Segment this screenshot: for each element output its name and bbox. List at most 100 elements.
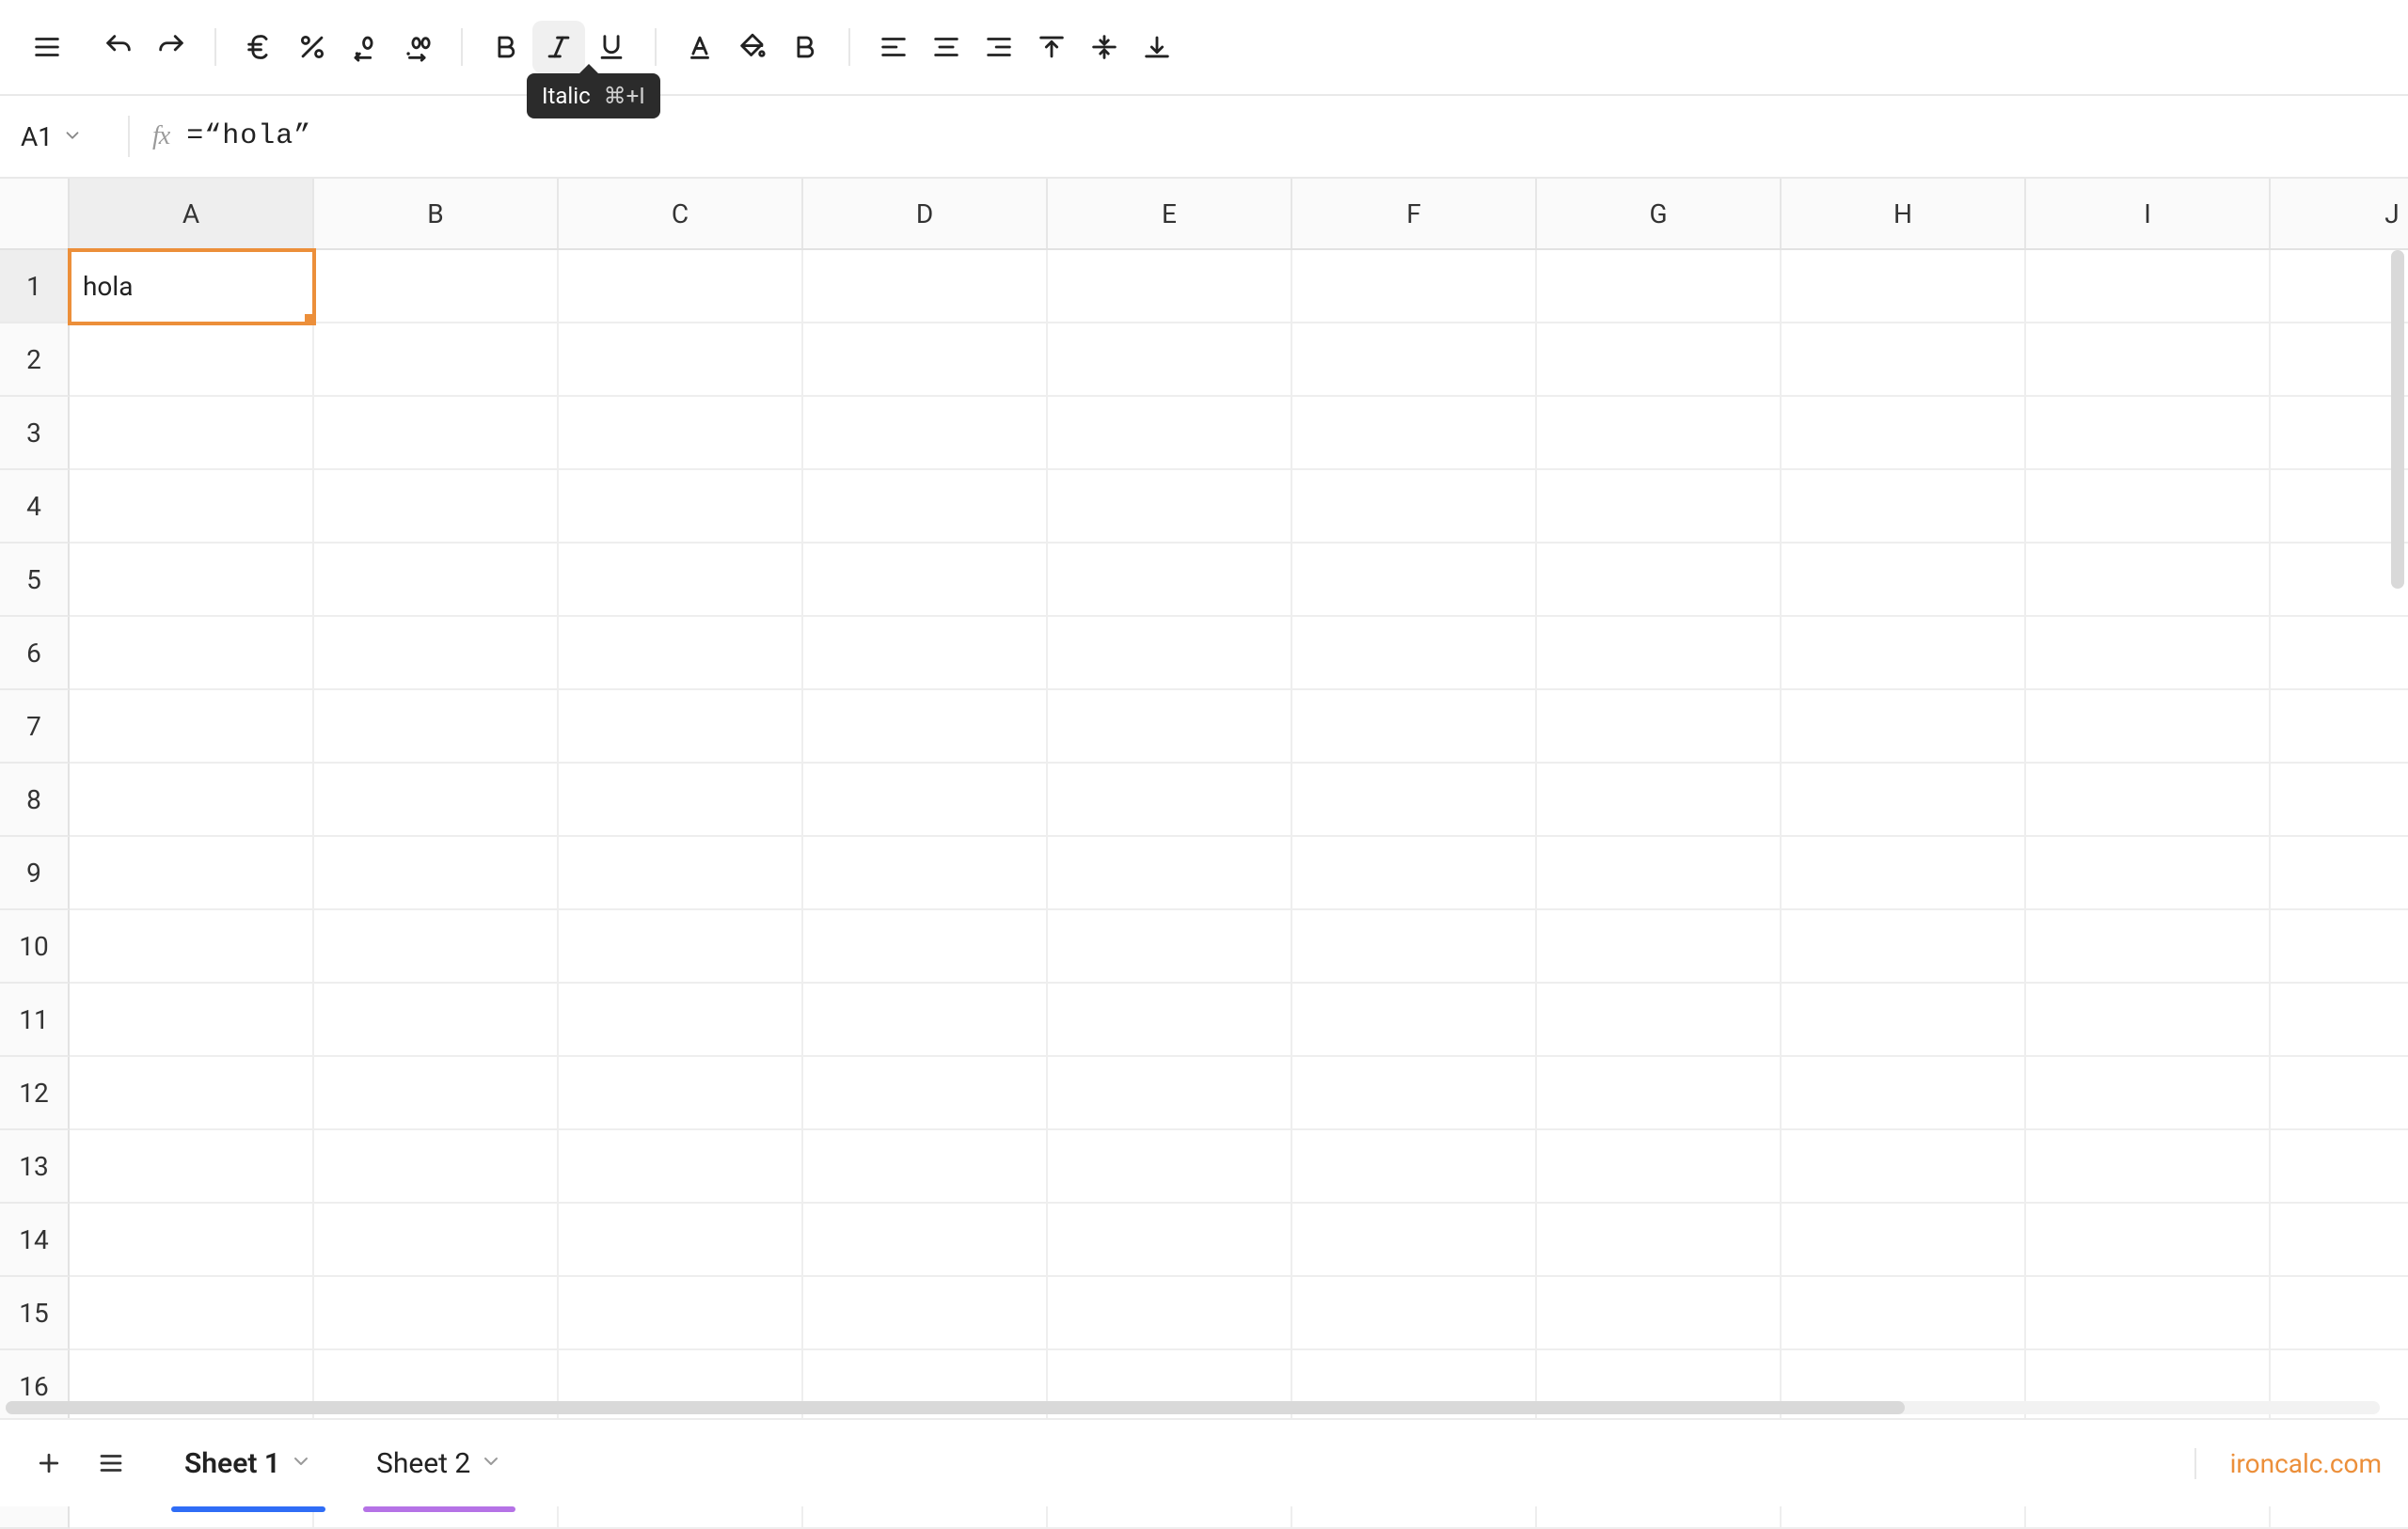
valign-top-button[interactable] bbox=[1025, 21, 1078, 73]
cell[interactable] bbox=[1782, 1057, 2026, 1130]
cell[interactable]: hola bbox=[70, 250, 314, 323]
cell[interactable] bbox=[803, 323, 1048, 397]
cell[interactable] bbox=[1537, 1277, 1782, 1350]
cell[interactable] bbox=[314, 250, 559, 323]
cell[interactable] bbox=[2026, 690, 2271, 764]
cell[interactable] bbox=[314, 397, 559, 470]
cell[interactable] bbox=[70, 690, 314, 764]
cell[interactable] bbox=[1048, 690, 1292, 764]
column-header[interactable]: A bbox=[70, 179, 314, 248]
cell[interactable] bbox=[70, 1204, 314, 1277]
cell[interactable] bbox=[1048, 1057, 1292, 1130]
cell[interactable] bbox=[1048, 470, 1292, 544]
cell[interactable] bbox=[1537, 250, 1782, 323]
cell[interactable] bbox=[2271, 470, 2408, 544]
cell[interactable] bbox=[1292, 764, 1537, 837]
horizontal-scrollbar-thumb[interactable] bbox=[6, 1401, 1905, 1414]
text-color-button[interactable] bbox=[673, 21, 726, 73]
cell[interactable] bbox=[803, 1130, 1048, 1204]
cell[interactable] bbox=[314, 690, 559, 764]
cell[interactable] bbox=[2026, 837, 2271, 910]
cell[interactable] bbox=[1048, 323, 1292, 397]
select-all-corner[interactable] bbox=[0, 179, 70, 248]
row-header[interactable]: 3 bbox=[0, 397, 70, 470]
cell[interactable] bbox=[1292, 837, 1537, 910]
column-header[interactable]: D bbox=[803, 179, 1048, 248]
cell[interactable] bbox=[2026, 1130, 2271, 1204]
column-header[interactable]: J bbox=[2271, 179, 2408, 248]
cell[interactable] bbox=[1537, 690, 1782, 764]
cell[interactable] bbox=[314, 1057, 559, 1130]
cell[interactable] bbox=[1537, 397, 1782, 470]
cell[interactable] bbox=[2026, 397, 2271, 470]
cell[interactable] bbox=[803, 250, 1048, 323]
cell[interactable] bbox=[2026, 1277, 2271, 1350]
cell[interactable] bbox=[803, 1057, 1048, 1130]
cell[interactable] bbox=[314, 764, 559, 837]
cell[interactable] bbox=[1048, 617, 1292, 690]
valign-bottom-button[interactable] bbox=[1131, 21, 1183, 73]
chevron-down-icon[interactable] bbox=[290, 1447, 312, 1480]
cell[interactable] bbox=[803, 1277, 1048, 1350]
cell[interactable] bbox=[314, 984, 559, 1057]
cell[interactable] bbox=[1048, 984, 1292, 1057]
cell[interactable] bbox=[559, 323, 803, 397]
cell[interactable] bbox=[2271, 617, 2408, 690]
column-header[interactable]: G bbox=[1537, 179, 1782, 248]
cell[interactable] bbox=[559, 250, 803, 323]
cell[interactable] bbox=[559, 397, 803, 470]
cell[interactable] bbox=[559, 690, 803, 764]
cell[interactable] bbox=[1048, 1277, 1292, 1350]
cell[interactable] bbox=[1292, 544, 1537, 617]
cell[interactable] bbox=[2026, 764, 2271, 837]
row-header[interactable]: 7 bbox=[0, 690, 70, 764]
column-header[interactable]: E bbox=[1048, 179, 1292, 248]
column-header[interactable]: I bbox=[2026, 179, 2271, 248]
cell[interactable] bbox=[2271, 837, 2408, 910]
cell[interactable] bbox=[1782, 690, 2026, 764]
decrease-decimal-button[interactable] bbox=[339, 21, 391, 73]
cell[interactable] bbox=[1782, 764, 2026, 837]
cell[interactable] bbox=[314, 1277, 559, 1350]
row-header[interactable]: 10 bbox=[0, 910, 70, 984]
align-center-button[interactable] bbox=[920, 21, 973, 73]
cell[interactable] bbox=[559, 1057, 803, 1130]
cell[interactable] bbox=[1048, 1130, 1292, 1204]
formula-input[interactable]: =“hola” bbox=[186, 120, 311, 152]
all-sheets-button[interactable] bbox=[88, 1441, 134, 1486]
italic-button[interactable] bbox=[532, 21, 585, 73]
cell[interactable] bbox=[559, 470, 803, 544]
cell[interactable] bbox=[803, 837, 1048, 910]
cell[interactable] bbox=[2271, 323, 2408, 397]
borders-button[interactable] bbox=[779, 21, 832, 73]
cell[interactable] bbox=[1048, 837, 1292, 910]
cell[interactable] bbox=[1537, 323, 1782, 397]
cell[interactable] bbox=[314, 1204, 559, 1277]
cell[interactable] bbox=[559, 910, 803, 984]
cell[interactable] bbox=[1537, 544, 1782, 617]
cell[interactable] bbox=[2271, 544, 2408, 617]
sheet-tab-2[interactable]: Sheet 2 bbox=[363, 1438, 515, 1490]
align-left-button[interactable] bbox=[867, 21, 920, 73]
cell[interactable] bbox=[1537, 470, 1782, 544]
cell[interactable] bbox=[314, 544, 559, 617]
cell[interactable] bbox=[2026, 1057, 2271, 1130]
cell[interactable] bbox=[1292, 1130, 1537, 1204]
row-header[interactable]: 4 bbox=[0, 470, 70, 544]
cell[interactable] bbox=[803, 910, 1048, 984]
column-header[interactable]: H bbox=[1782, 179, 2026, 248]
cell[interactable] bbox=[559, 1277, 803, 1350]
cell[interactable] bbox=[1782, 323, 2026, 397]
cell[interactable] bbox=[559, 1130, 803, 1204]
cell[interactable] bbox=[1537, 837, 1782, 910]
cell[interactable] bbox=[70, 837, 314, 910]
increase-decimal-button[interactable] bbox=[391, 21, 444, 73]
cell[interactable] bbox=[1292, 470, 1537, 544]
cell[interactable] bbox=[2271, 1130, 2408, 1204]
cell[interactable] bbox=[1292, 1057, 1537, 1130]
cell[interactable] bbox=[70, 910, 314, 984]
cell[interactable] bbox=[70, 984, 314, 1057]
cell[interactable] bbox=[1782, 397, 2026, 470]
currency-button[interactable] bbox=[233, 21, 286, 73]
cell[interactable] bbox=[803, 544, 1048, 617]
